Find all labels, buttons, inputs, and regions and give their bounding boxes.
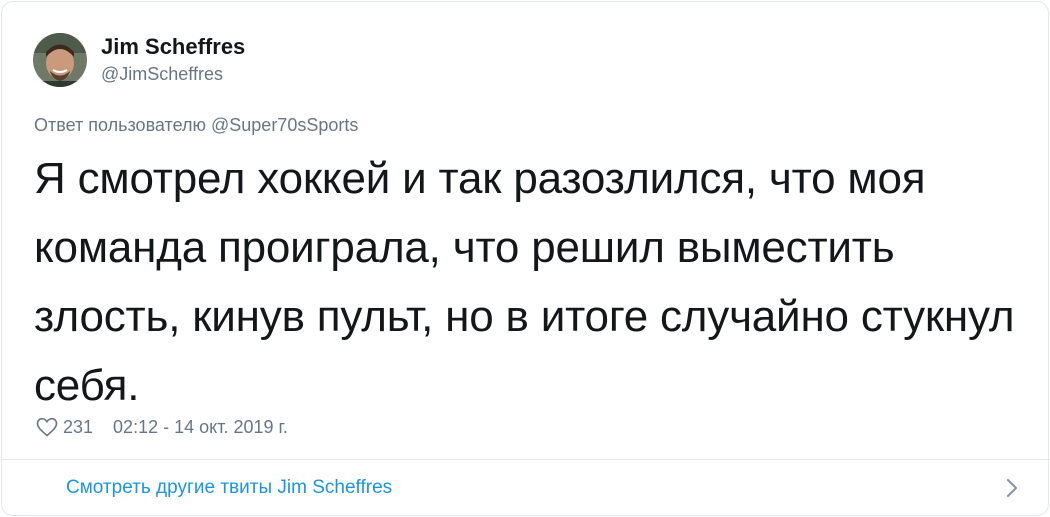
tweet-author: Jim Scheffres @JimScheffres <box>33 33 245 87</box>
author-names: Jim Scheffres @JimScheffres <box>101 34 245 86</box>
reply-to-label: Ответ пользователю @Super70sSports <box>34 115 359 135</box>
chevron-right-icon[interactable] <box>1004 477 1020 499</box>
author-display-name[interactable]: Jim Scheffres <box>101 34 245 60</box>
more-tweets-link[interactable]: Смотреть другие твиты Jim Scheffres <box>2 460 1050 516</box>
more-tweets-label[interactable]: Смотреть другие твиты Jim Scheffres <box>66 476 392 500</box>
tweet-card: Jim Scheffres @JimScheffres Ответ пользо… <box>1 1 1050 516</box>
author-handle[interactable]: @JimScheffres <box>101 62 245 86</box>
avatar[interactable] <box>33 33 87 87</box>
tweet-meta: 231 02:12 - 14 окт. 2019 г. <box>35 415 288 439</box>
like-count[interactable]: 231 <box>63 415 93 439</box>
tweet-text: Я смотрел хоккей и так разозлился, что м… <box>34 154 1015 410</box>
tweet-timestamp[interactable]: 02:12 - 14 окт. 2019 г. <box>113 415 288 439</box>
heart-icon[interactable] <box>35 415 59 439</box>
